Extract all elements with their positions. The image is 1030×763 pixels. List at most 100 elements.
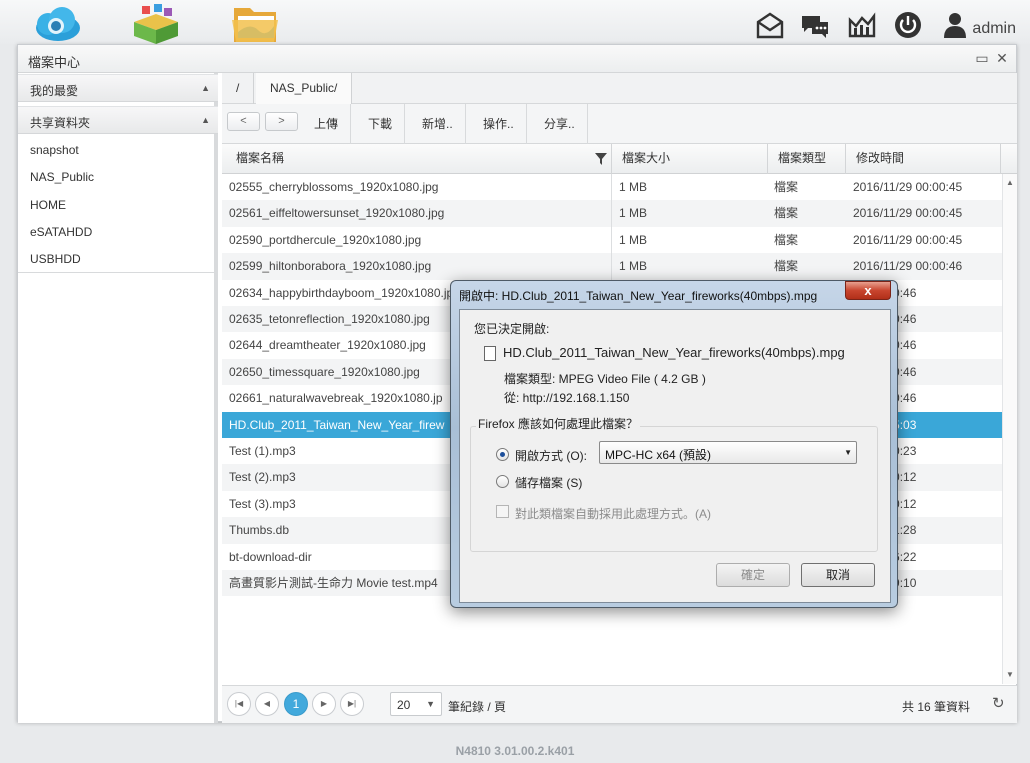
file-type-cell: 檔案 [774,206,799,221]
collapse-arrow-icon[interactable]: ▲ [201,83,210,93]
open-with-value: MPC-HC x64 (預設) [605,448,712,462]
cloud-app-icon[interactable] [28,2,84,44]
page-size-select[interactable]: 20 ▼ [390,692,442,716]
file-type-cell: 檔案 [774,232,799,247]
file-type-cell: 檔案 [774,259,799,274]
user-name[interactable]: admin [972,20,1016,38]
window-title: 檔案中心 [28,55,81,70]
maximize-icon[interactable]: ▭ [974,50,990,67]
pager: |◀ ◀ 1 ▶ ▶| 20 ▼ 筆紀錄 / 頁 共 16 筆資料 ↻ [222,685,1017,723]
table-row[interactable]: 02599_hiltonborabora_1920x1080.jpg 1 MB 檔案… [222,253,1002,280]
file-size-cell: 1 MB [619,180,648,194]
mail-icon[interactable] [755,10,785,40]
breadcrumb-root[interactable]: / [222,73,255,104]
file-center-icon[interactable] [228,2,284,44]
column-divider [611,174,612,201]
sidebar-item-usbhdd[interactable]: USBHDD [30,252,81,266]
back-button[interactable]: < [227,112,260,131]
dialog-title: 開啟中: HD.Club_2011_Taiwan_New_Year_firewo… [459,289,818,303]
open-with-radio[interactable] [496,448,509,461]
breadcrumb-current[interactable]: NAS_Public/ [256,73,353,104]
scroll-down-icon[interactable]: ▼ [1006,670,1014,679]
column-modified[interactable]: 修改時間 [846,144,1001,174]
user-icon[interactable] [940,10,970,40]
table-row[interactable]: 02590_portdhercule_1920x1080.jpg 1 MB 檔案 20… [222,226,1002,254]
sidebar-divider [18,272,218,273]
chat-icon[interactable] [800,10,830,40]
shared-folders-header[interactable]: 共享資料夾 ▲ [18,106,218,134]
file-modified-cell: 2016/11/29 00:00:46 [853,259,963,274]
column-divider [611,200,612,227]
column-name[interactable]: 檔案名稱 [222,144,612,174]
file-name-cell: 02599_hiltonborabora_1920x1080.jpg [229,259,432,274]
column-divider [611,226,612,254]
column-divider [611,253,612,280]
save-file-radio[interactable] [496,475,509,488]
window-title-bar: 檔案中心 ▭ ✕ [18,45,1016,73]
vertical-scrollbar[interactable]: ▲ ▼ [1002,174,1017,684]
file-modified-cell: 2016/11/29 00:00:45 [853,206,963,221]
forward-button[interactable]: > [265,112,298,131]
file-type-line: 檔案類型: MPEG Video File ( 4.2 GB ) [504,372,706,386]
per-page-label: 筆紀錄 / 頁 [448,700,507,714]
file-modified-cell: 2016/11/29 00:00:45 [853,180,963,194]
auto-apply-label[interactable]: 對此類檔案自動採用此處理方式。(A) [515,505,711,522]
column-type[interactable]: 檔案類型 [768,144,846,174]
file-size-cell: 1 MB [619,259,648,274]
toolbar: < > 上傳 下載 新增.. 操作.. 分享.. [222,104,1017,144]
scroll-up-icon[interactable]: ▲ [1006,178,1014,187]
table-row[interactable]: 02555_cherryblossoms_1920x1080.jpg 1 MB 檔案… [222,174,1002,201]
file-size-cell: 1 MB [619,206,648,221]
action-button[interactable]: 操作.. [471,104,527,144]
firmware-version: N4810 3.01.00.2.k401 [455,744,575,758]
favorites-label: 我的最愛 [30,84,79,98]
last-page-button[interactable]: ▶| [340,692,364,716]
table-row[interactable]: 02561_eiffeltowersunset_1920x1080.jpg 1 M… [222,200,1002,227]
close-icon[interactable]: ✕ [994,50,1010,67]
app-center-icon[interactable] [128,2,184,44]
prev-page-button[interactable]: ◀ [255,692,279,716]
column-size[interactable]: 檔案大小 [612,144,768,174]
cancel-button[interactable]: 取消 [801,563,875,587]
ok-button[interactable]: 確定 [716,563,790,587]
sidebar-item-nas-public[interactable]: NAS_Public [30,170,94,184]
file-modified-cell: 2016/11/29 00:00:45 [853,232,963,247]
open-with-label[interactable]: 開啟方式 (O): [515,447,587,464]
file-size-cell: 1 MB [619,232,648,247]
file-name-cell: 02590_portdhercule_1920x1080.jpg [229,232,422,247]
share-button[interactable]: 分享.. [532,104,588,144]
open-file-dialog: 開啟中: HD.Club_2011_Taiwan_New_Year_firewo… [450,280,898,608]
save-file-label[interactable]: 儲存檔案 (S) [515,474,582,491]
next-page-button[interactable]: ▶ [312,692,336,716]
action-question: Firefox 應該如何處理此檔案？ [476,415,641,432]
sidebar-item-home[interactable]: HOME [30,198,66,212]
dialog-body: 您已決定開啟: HD.Club_2011_Taiwan_New_Year_fir… [459,309,891,603]
file-name-cell: 02555_cherryblossoms_1920x1080.jpg [229,180,439,194]
sidebar-item-snapshot[interactable]: snapshot [30,143,79,157]
favorites-header[interactable]: 我的最愛 ▲ [18,74,218,102]
first-page-button[interactable]: |◀ [227,692,251,716]
monitor-icon[interactable] [847,10,877,40]
table-header: 檔案名稱 檔案大小 檔案類型 修改時間 [222,144,1017,174]
dialog-filename: HD.Club_2011_Taiwan_New_Year_fireworks(4… [503,345,845,360]
auto-apply-checkbox[interactable] [496,505,509,518]
dropdown-arrow-icon: ▼ [426,699,435,709]
file-type-cell: 檔案 [774,180,799,194]
power-icon[interactable] [893,10,923,40]
new-button[interactable]: 新增.. [410,104,466,144]
breadcrumb: / NAS_Public/ [222,73,1017,104]
page-size-value: 20 [397,698,411,712]
filter-icon[interactable] [595,153,607,165]
current-page[interactable]: 1 [284,692,308,716]
download-button[interactable]: 下載 [356,104,406,144]
open-with-select[interactable]: MPC-HC x64 (預設) ▼ [599,441,857,464]
upload-button[interactable]: 上傳 [302,104,352,144]
total-count: 共 16 筆資料 [902,700,971,714]
file-name-cell: 02561_eiffeltowersunset_1920x1080.jpg [229,206,445,221]
shared-folders-label: 共享資料夾 [30,116,91,130]
refresh-icon[interactable]: ↻ [992,694,1005,712]
top-bar: admin [0,0,1030,44]
collapse-arrow-icon[interactable]: ▲ [201,115,210,125]
sidebar-item-esatahdd[interactable]: eSATAHDD [30,225,92,239]
dialog-close-button[interactable]: x [845,281,891,300]
